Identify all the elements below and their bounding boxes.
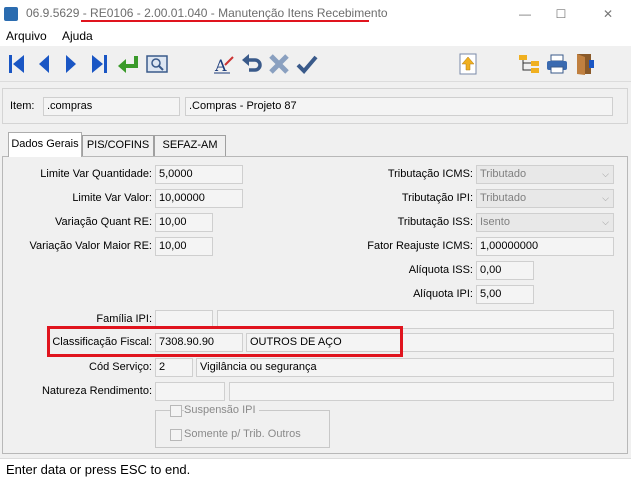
goto-icon[interactable] xyxy=(115,51,141,77)
title-bar: 06.9.5629 - RE0106 - 2.00.01.040 - Manut… xyxy=(0,0,631,28)
app-icon xyxy=(4,7,18,21)
cancel-icon[interactable] xyxy=(266,51,292,77)
search-icon[interactable] xyxy=(144,51,170,77)
item-label: Item: xyxy=(10,100,35,112)
menu-bar: Arquivo Ajuda xyxy=(0,28,631,46)
exit-icon[interactable] xyxy=(572,51,598,77)
prev-icon[interactable] xyxy=(31,51,57,77)
natureza-rendimento-description-field[interactable] xyxy=(229,382,614,401)
tributacao-icms-select[interactable]: Tributado ⌵ xyxy=(476,165,614,184)
chevron-down-icon: ⌵ xyxy=(602,217,609,227)
tributacao-ipi-value: Tributado xyxy=(480,192,527,204)
close-button[interactable]: ✕ xyxy=(597,4,619,24)
aliquota-iss-field[interactable]: 0,00 xyxy=(476,261,534,280)
aliquota-ipi-field[interactable]: 5,00 xyxy=(476,285,534,304)
somente-trib-outros-checkbox[interactable] xyxy=(170,429,182,441)
natureza-rendimento-code-field[interactable] xyxy=(155,382,225,401)
menu-ajuda[interactable]: Ajuda xyxy=(62,28,93,44)
last-icon[interactable] xyxy=(86,51,112,77)
limite-var-quantidade-field[interactable]: 5,0000 xyxy=(155,165,243,184)
fator-reajuste-icms-label: Fator Reajuste ICMS: xyxy=(367,240,473,252)
aliquota-iss-label: Alíquota ISS: xyxy=(408,264,473,276)
svg-text:A: A xyxy=(214,56,227,75)
item-description-field[interactable]: .Compras - Projeto 87 xyxy=(185,97,613,116)
tab-dados-gerais[interactable]: Dados Gerais xyxy=(8,132,82,157)
minimize-button[interactable]: — xyxy=(514,4,536,24)
window-title: 06.9.5629 - RE0106 - 2.00.01.040 - Manut… xyxy=(26,6,388,20)
somente-trib-outros-label: Somente p/ Trib. Outros xyxy=(184,428,301,440)
familia-ipi-label: Família IPI: xyxy=(96,313,152,325)
menu-arquivo[interactable]: Arquivo xyxy=(6,28,47,44)
highlight-box xyxy=(47,326,403,357)
title-highlight-underline xyxy=(81,20,369,22)
tributacao-iss-value: Isento xyxy=(480,216,510,228)
tributacao-ipi-select[interactable]: Tributado ⌵ xyxy=(476,189,614,208)
cod-servico-code-field[interactable]: 2 xyxy=(155,358,193,377)
variacao-valor-maior-re-field[interactable]: 10,00 xyxy=(155,237,213,256)
status-bar: Enter data or press ESC to end. xyxy=(0,458,631,481)
suspensao-ipi-checkbox[interactable] xyxy=(170,405,182,417)
confirm-icon[interactable] xyxy=(294,51,320,77)
limite-var-quantidade-label: Limite Var Quantidade: xyxy=(40,168,152,180)
chevron-down-icon: ⌵ xyxy=(602,193,609,203)
cod-servico-label: Cód Serviço: xyxy=(89,361,152,373)
fator-reajuste-icms-field[interactable]: 1,00000000 xyxy=(476,237,614,256)
toolbar: A xyxy=(0,46,631,82)
tributacao-iss-label: Tributação ISS: xyxy=(397,216,473,228)
edit-text-icon[interactable]: A xyxy=(211,51,237,77)
tab-pis-cofins[interactable]: PIS/COFINS xyxy=(82,135,154,156)
chevron-down-icon: ⌵ xyxy=(602,169,609,179)
tributacao-iss-select[interactable]: Isento ⌵ xyxy=(476,213,614,232)
first-icon[interactable] xyxy=(4,51,30,77)
next-icon[interactable] xyxy=(58,51,84,77)
tab-sefaz-am[interactable]: SEFAZ-AM xyxy=(154,135,226,156)
tributacao-icms-label: Tributação ICMS: xyxy=(387,168,473,180)
tree-icon[interactable] xyxy=(516,51,542,77)
aliquota-ipi-label: Alíquota IPI: xyxy=(413,288,473,300)
maximize-button[interactable]: ☐ xyxy=(550,4,572,24)
limite-var-valor-field[interactable]: 10,00000 xyxy=(155,189,243,208)
variacao-valor-maior-re-label: Variação Valor Maior RE: xyxy=(29,240,152,252)
cod-servico-description-field[interactable]: Vigilância ou segurança xyxy=(196,358,614,377)
variacao-quant-re-label: Variação Quant RE: xyxy=(54,216,152,228)
upload-icon[interactable] xyxy=(455,51,481,77)
tributacao-icms-value: Tributado xyxy=(480,168,527,180)
undo-icon[interactable] xyxy=(239,51,265,77)
print-icon[interactable] xyxy=(544,51,570,77)
variacao-quant-re-field[interactable]: 10,00 xyxy=(155,213,213,232)
limite-var-valor-label: Limite Var Valor: xyxy=(72,192,152,204)
tributacao-ipi-label: Tributação IPI: xyxy=(401,192,473,204)
item-code-field[interactable]: .compras xyxy=(43,97,180,116)
suspensao-ipi-label: Suspensão IPI xyxy=(184,404,259,416)
natureza-rendimento-label: Natureza Rendimento: xyxy=(41,385,152,397)
